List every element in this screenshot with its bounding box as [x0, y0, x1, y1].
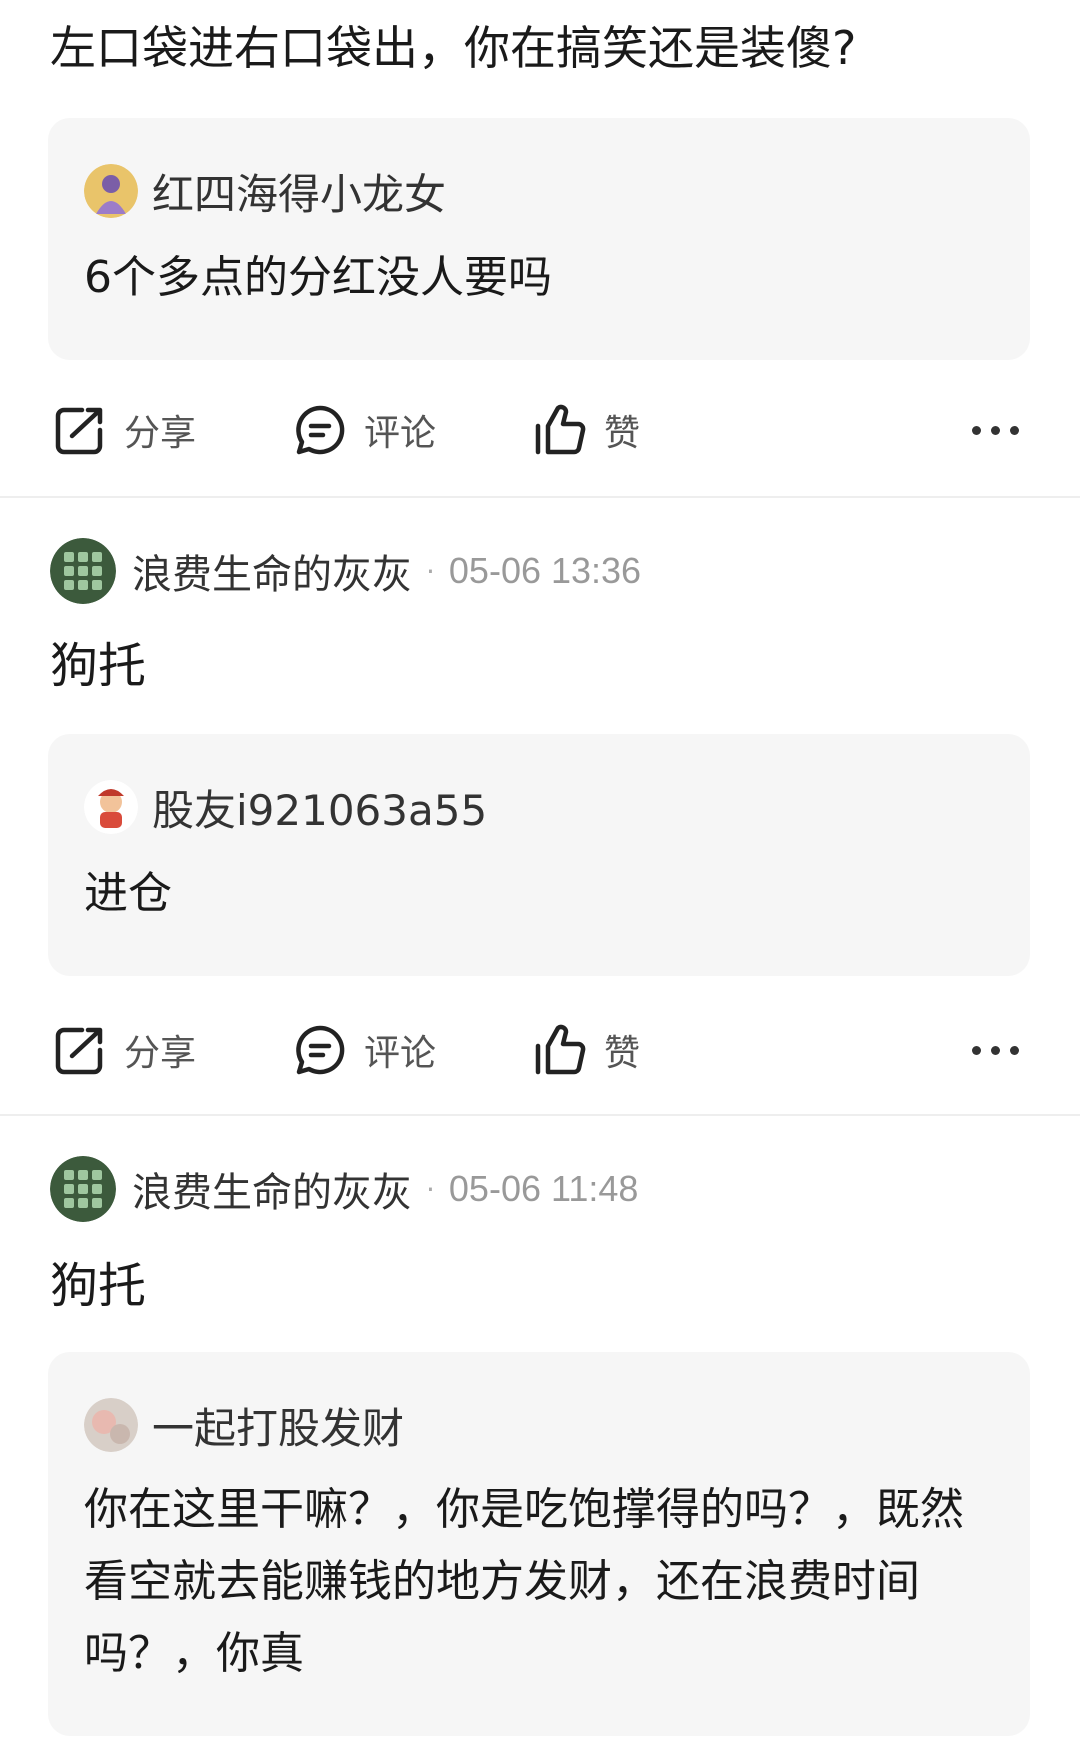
thumbs-up-icon — [535, 1024, 586, 1075]
comment-author[interactable]: 浪费生命的灰灰 — [132, 542, 412, 600]
comment-header: 浪费生命的灰灰 · 05-06 11:48 — [50, 1154, 638, 1224]
like-label: 赞 — [604, 1033, 641, 1074]
comment-text: 狗托 — [50, 1258, 147, 1314]
comment-text: 狗托 — [50, 638, 147, 694]
quote-author: 一起打股发财 — [84, 1396, 404, 1454]
quote-author-name[interactable]: 红四海得小龙女 — [152, 161, 446, 222]
comment-icon — [296, 405, 345, 455]
quoted-post[interactable]: 红四海得小龙女 6个多点的分红没人要吗 — [48, 118, 1030, 360]
separator: · — [426, 1172, 435, 1206]
comment-header: 浪费生命的灰灰 · 05-06 13:36 — [50, 536, 641, 606]
like-button[interactable]: 赞 — [532, 390, 640, 470]
share-icon — [55, 407, 103, 455]
avatar[interactable] — [50, 538, 116, 604]
quote-text: 你在这里干嘛？，你是吃饱撑得的吗？，既然看空就去能赚钱的地方发财，还在浪费时间吗… — [84, 1484, 964, 1679]
quote-text: 6个多点的分红没人要吗 — [84, 252, 552, 303]
more-icon — [972, 1045, 1019, 1055]
like-label: 赞 — [604, 413, 641, 454]
avatar[interactable] — [84, 164, 138, 218]
thumbs-up-icon — [535, 404, 586, 455]
separator: · — [426, 554, 435, 588]
comment-button[interactable]: 评论 — [292, 1010, 436, 1090]
quoted-post[interactable]: 股友i921063a55 进仓 — [48, 734, 1030, 976]
comment-item: 浪费生命的灰灰 · 05-06 11:48 狗托 一起打股发财 你在这里干嘛？，… — [0, 1118, 1080, 1744]
share-label: 分享 — [124, 413, 197, 454]
comment-time: 05-06 13:36 — [448, 550, 642, 591]
action-bar: 分享 评论 赞 — [0, 1010, 1080, 1090]
like-button[interactable]: 赞 — [532, 1010, 640, 1090]
comment-icon — [296, 1025, 345, 1075]
action-bar: 分享 评论 赞 — [0, 390, 1080, 470]
comment-time: 05-06 11:48 — [448, 1168, 639, 1209]
more-icon — [972, 425, 1019, 435]
share-icon — [55, 1027, 103, 1075]
avatar[interactable] — [84, 780, 138, 834]
comment-button[interactable]: 评论 — [292, 390, 436, 470]
quoted-post[interactable]: 一起打股发财 你在这里干嘛？，你是吃饱撑得的吗？，既然看空就去能赚钱的地方发财，… — [48, 1352, 1030, 1736]
avatar[interactable] — [84, 1398, 138, 1452]
share-button[interactable]: 分享 — [52, 390, 196, 470]
quote-text: 进仓 — [84, 868, 172, 919]
more-button[interactable] — [972, 1010, 1019, 1090]
quote-author: 股友i921063a55 — [84, 778, 487, 836]
comment-label: 评论 — [364, 413, 437, 454]
divider — [0, 1114, 1080, 1116]
quote-author-name[interactable]: 一起打股发财 — [152, 1395, 404, 1456]
avatar[interactable] — [50, 1156, 116, 1222]
more-button[interactable] — [972, 390, 1019, 470]
post-text: 左口袋进右口袋出，你在搞笑还是装傻? — [50, 21, 857, 75]
share-button[interactable]: 分享 — [52, 1010, 196, 1090]
quote-author: 红四海得小龙女 — [84, 162, 446, 220]
comment-author[interactable]: 浪费生命的灰灰 — [132, 1160, 412, 1218]
comment-label: 评论 — [364, 1033, 437, 1074]
share-label: 分享 — [124, 1033, 197, 1074]
divider — [0, 496, 1080, 498]
quote-author-name[interactable]: 股友i921063a55 — [152, 777, 487, 838]
